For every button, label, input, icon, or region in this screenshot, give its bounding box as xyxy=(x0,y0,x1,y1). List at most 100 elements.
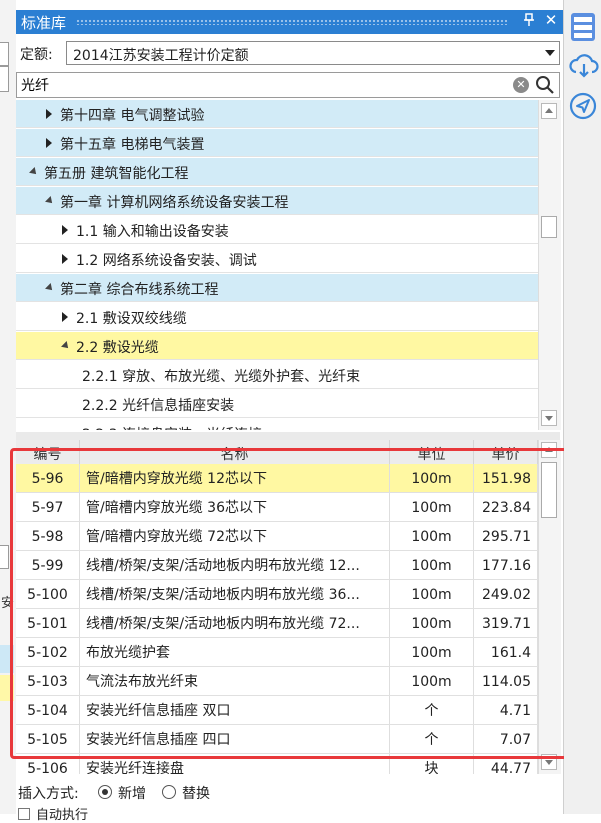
table-row[interactable]: 5-104 安装光纤信息插座 双口个 4.71 xyxy=(16,696,538,725)
left-field-edge[interactable] xyxy=(0,42,9,66)
cell-price: 7.07 xyxy=(474,725,538,753)
send-icon[interactable] xyxy=(569,92,597,120)
chapter-tree[interactable]: 第十四章 电气调整试验第十五章 电梯电气装置 第五册 建筑智能化工程第一章 计算机… xyxy=(16,100,546,430)
tree-node[interactable]: 1.2 网络系统设备安装、调试 xyxy=(16,245,546,273)
scroll-up-button[interactable] xyxy=(541,442,557,458)
table-row[interactable]: 5-97 管/暗槽内穿放光缆 36芯以下 100m 223.84 xyxy=(16,493,538,522)
clear-search-icon[interactable]: ✕ xyxy=(513,77,529,93)
cell-price: 44.77 xyxy=(474,754,538,774)
cell-name: 管/暗槽内穿放光缆 36芯以下 xyxy=(80,493,390,521)
cell-name: 管/暗槽内穿放光缆 12芯以下 xyxy=(80,464,390,492)
cell-unit: 100m xyxy=(390,638,474,666)
table-row[interactable]: 5-98 管/暗槽内穿放光缆 72芯以下 100m 295.71 xyxy=(16,522,538,551)
table-row[interactable]: 5-102 布放光缆护套 100m 161.4 xyxy=(16,638,538,667)
tree-node-label: 第十四章 电气调整试验 xyxy=(60,108,205,124)
tree-node[interactable]: 2.1 敷设双绞线缆 xyxy=(16,303,546,331)
cell-unit: 100m xyxy=(390,522,474,550)
tree-scrollbar[interactable] xyxy=(538,100,561,430)
radio-add[interactable] xyxy=(98,785,112,799)
tree-node-label: 2.2.2 光纤信息插座安装 xyxy=(82,398,235,414)
right-toolbar xyxy=(564,0,601,814)
expand-arrow-icon[interactable] xyxy=(46,109,52,119)
cell-unit: 100m xyxy=(390,551,474,579)
column-header-name[interactable]: 名称 xyxy=(80,440,390,464)
scroll-thumb[interactable] xyxy=(541,216,557,238)
tree-node[interactable]: 第十四章 电气调整试验 xyxy=(16,100,546,128)
left-row-edge-selected xyxy=(0,675,14,701)
cell-unit: 个 xyxy=(390,696,474,724)
tree-node-label: 1.2 网络系统设备安装、调试 xyxy=(76,253,257,269)
cloud-download-icon[interactable] xyxy=(569,52,599,80)
expand-arrow-icon[interactable] xyxy=(62,312,68,322)
left-field-edge[interactable] xyxy=(0,545,9,569)
tree-node[interactable]: 第二章 综合布线系统工程 xyxy=(16,274,546,302)
quota-select[interactable]: 2014江苏安装工程计价定额 xyxy=(66,41,560,65)
cell-name: 安装光纤信息插座 双口 xyxy=(80,696,390,724)
table-row[interactable]: 5-99 线槽/桥架/支架/活动地板内明布放光缆 12... 100m 177.16 xyxy=(16,551,538,580)
cell-code: 5-106 xyxy=(16,754,80,774)
tree-node[interactable]: 2.2.3 连接盘安装、光纤连接 xyxy=(16,419,546,430)
cell-name: 线槽/桥架/支架/活动地板内明布放光缆 72... xyxy=(80,609,390,637)
table-row[interactable]: 5-103 气流法布放光纤束 100m 114.05 xyxy=(16,667,538,696)
database-icon[interactable] xyxy=(569,12,597,41)
panel-titlebar[interactable]: 标准库 ✕ xyxy=(16,10,563,34)
tree-node[interactable]: 2.2.2 光纤信息插座安装 xyxy=(16,390,546,418)
search-icon[interactable] xyxy=(535,75,555,95)
tree-node[interactable]: 2.2 敷设光缆 xyxy=(16,332,546,360)
cell-name: 布放光缆护套 xyxy=(80,638,390,666)
table-row[interactable]: 5-101 线槽/桥架/支架/活动地板内明布放光缆 72... 100m 319.71 xyxy=(16,609,538,638)
tree-node-label: 2.1 敷设双绞线缆 xyxy=(76,311,187,327)
scroll-up-button[interactable] xyxy=(541,103,557,119)
left-field-edge[interactable] xyxy=(0,66,9,92)
tree-node-label: 第一章 计算机网络系统设备安装工程 xyxy=(60,195,289,211)
table-scrollbar[interactable] xyxy=(538,440,561,774)
table-row[interactable]: 5-105 安装光纤信息插座 四口个 7.07 xyxy=(16,725,538,754)
tree-node[interactable]: 第十五章 电梯电气装置 xyxy=(16,129,546,157)
chevron-down-icon[interactable] xyxy=(545,50,555,56)
table-row[interactable]: 5-100 线槽/桥架/支架/活动地板内明布放光缆 36... 100m 249.02 xyxy=(16,580,538,609)
search-box[interactable]: ✕ xyxy=(16,72,560,98)
tree-node[interactable]: 2.2.1 穿放、布放光缆、光缆外护套、光纤束 xyxy=(16,361,546,389)
tree-node-label: 第二章 综合布线系统工程 xyxy=(60,282,219,298)
cell-price: 114.05 xyxy=(474,667,538,695)
cell-name: 气流法布放光纤束 xyxy=(80,667,390,695)
panel-title: 标准库 xyxy=(21,14,67,32)
left-row-edge xyxy=(0,645,14,673)
cell-code: 5-105 xyxy=(16,725,80,753)
column-header-code[interactable]: 编号 xyxy=(16,440,80,464)
cell-code: 5-102 xyxy=(16,638,80,666)
cell-unit: 个 xyxy=(390,725,474,753)
cell-code: 5-96 xyxy=(16,464,80,492)
pane-splitter[interactable] xyxy=(16,432,560,440)
cell-unit: 100m xyxy=(390,493,474,521)
cell-name: 管/暗槽内穿放光缆 72芯以下 xyxy=(80,522,390,550)
collapse-arrow-icon[interactable] xyxy=(29,167,39,177)
tree-node[interactable]: 第五册 建筑智能化工程 xyxy=(16,158,546,186)
close-icon[interactable]: ✕ xyxy=(542,11,560,31)
table-row[interactable]: 5-106 安装光纤连接盘块 44.77 xyxy=(16,754,538,774)
search-input[interactable] xyxy=(21,75,501,95)
column-header-price[interactable]: 单价 xyxy=(474,440,538,464)
scroll-down-button[interactable] xyxy=(541,410,557,426)
expand-arrow-icon[interactable] xyxy=(62,254,68,264)
cell-code: 5-98 xyxy=(16,522,80,550)
drag-grip[interactable] xyxy=(76,19,507,25)
expand-arrow-icon[interactable] xyxy=(62,225,68,235)
column-header-unit[interactable]: 单位 xyxy=(390,440,474,464)
radio-replace[interactable] xyxy=(162,785,176,799)
tree-node[interactable]: 第一章 计算机网络系统设备安装工程 xyxy=(16,187,546,215)
collapse-arrow-icon[interactable] xyxy=(61,341,71,351)
collapse-arrow-icon[interactable] xyxy=(45,283,55,293)
pin-icon[interactable] xyxy=(520,13,538,31)
collapse-arrow-icon[interactable] xyxy=(45,196,55,206)
table-row[interactable]: 5-96 管/暗槽内穿放光缆 12芯以下 100m 151.98 xyxy=(16,464,538,493)
scroll-thumb[interactable] xyxy=(541,462,557,518)
scroll-down-button[interactable] xyxy=(541,754,557,770)
cell-price: 223.84 xyxy=(474,493,538,521)
expand-arrow-icon[interactable] xyxy=(46,138,52,148)
cell-code: 5-103 xyxy=(16,667,80,695)
auto-execute-checkbox[interactable] xyxy=(18,808,30,820)
tree-node-label: 2.2.3 连接盘安装、光纤连接 xyxy=(82,424,262,430)
cell-code: 5-101 xyxy=(16,609,80,637)
tree-node[interactable]: 1.1 输入和输出设备安装 xyxy=(16,216,546,244)
